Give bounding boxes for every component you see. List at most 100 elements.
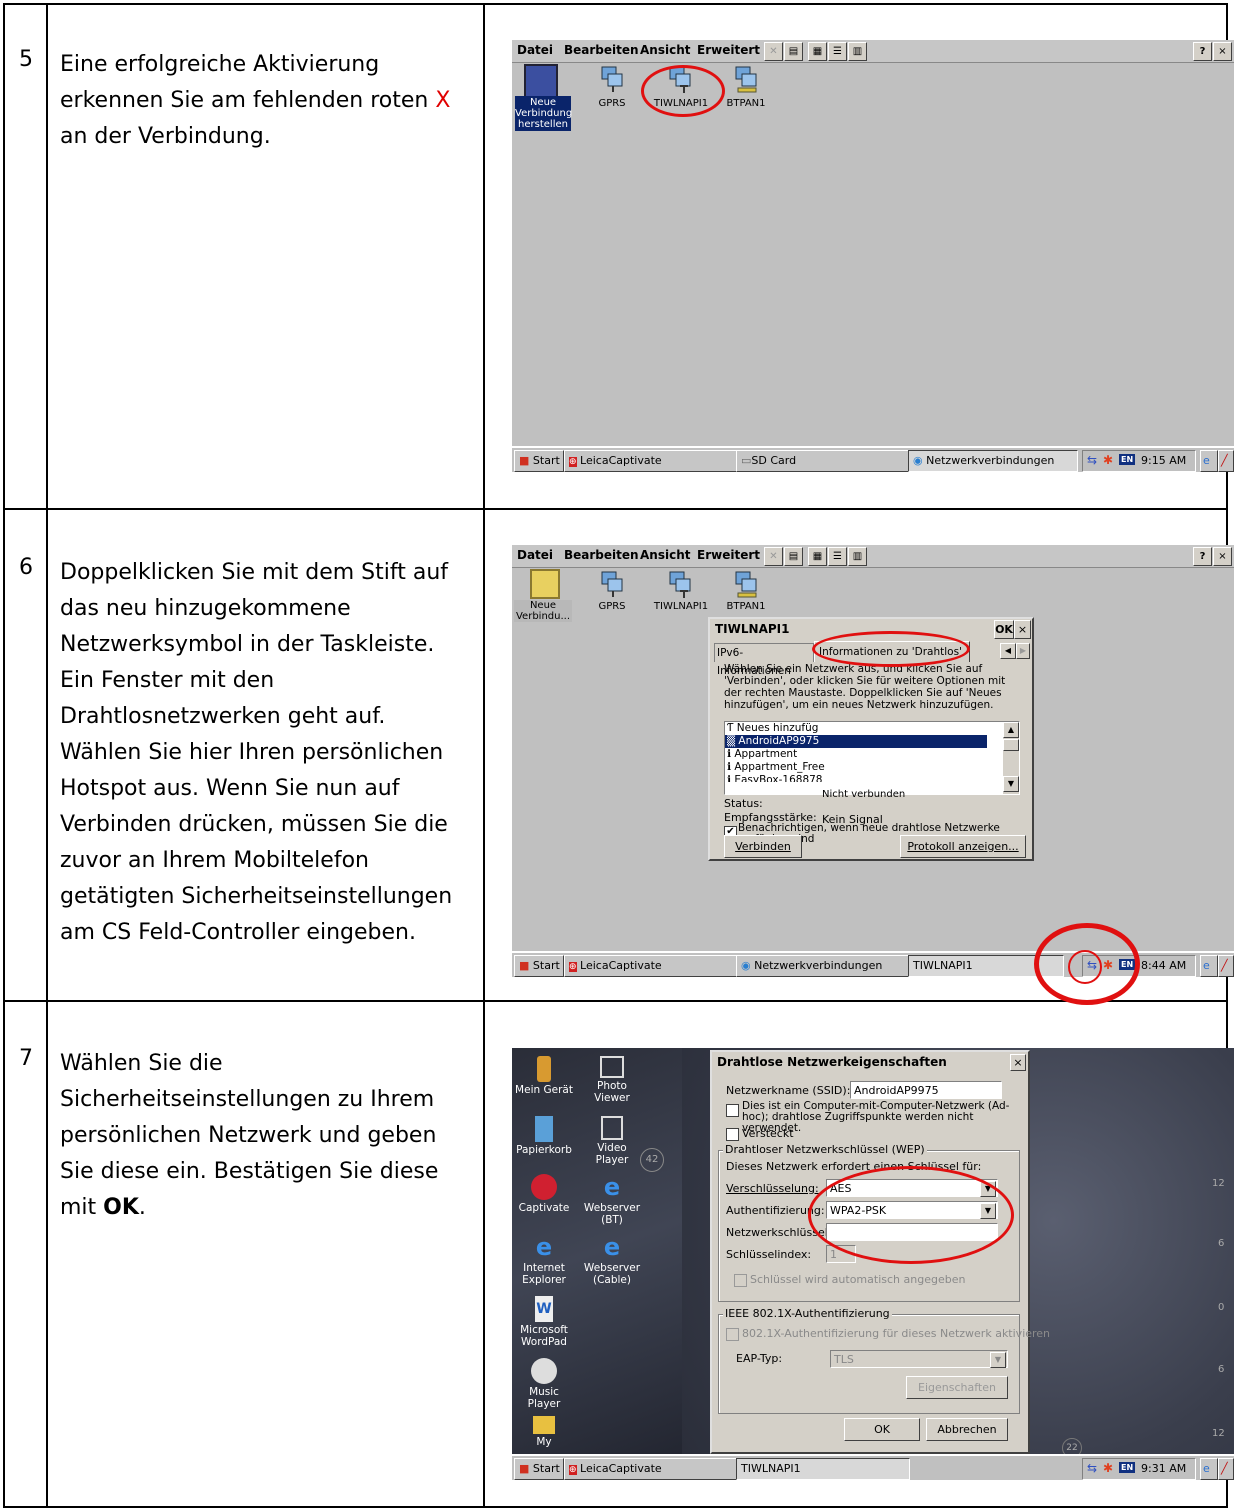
network-globe-icon: ◉: [913, 454, 923, 467]
hidden-checkbox[interactable]: [726, 1128, 739, 1141]
help-button[interactable]: ?: [1193, 547, 1212, 566]
taskbar-leicacaptivate[interactable]: ⊕ LeicaCaptivate: [564, 1458, 740, 1480]
taskbar-leicacaptivate[interactable]: ⊕ LeicaCaptivate: [564, 450, 740, 472]
menu-datei[interactable]: Datei: [517, 548, 553, 562]
menu-ansicht[interactable]: Ansicht: [640, 548, 690, 562]
description-text: an der Verbindung.: [60, 124, 271, 149]
taskbar-netzwerkverbindungen[interactable]: ◉ Netzwerkverbindungen: [736, 955, 910, 977]
delete-icon[interactable]: ✕: [764, 42, 783, 61]
details-view-icon[interactable]: ▥: [848, 42, 867, 61]
menu-datei[interactable]: Datei: [517, 43, 553, 57]
menu-ansicht[interactable]: Ansicht: [640, 43, 690, 57]
taskbar-netzwerkverbindungen[interactable]: ◉ Netzwerkverbindungen: [908, 450, 1078, 472]
ie-tray-icon[interactable]: e: [1200, 955, 1218, 977]
delete-icon[interactable]: ✕: [764, 547, 783, 566]
ie-tray-icon[interactable]: e: [1200, 1458, 1218, 1480]
tab-ipv6-info[interactable]: IPv6-Informationen: [714, 643, 814, 677]
cancel-button[interactable]: Abbrechen: [926, 1418, 1008, 1441]
gprs-network-icon[interactable]: [598, 569, 628, 599]
icon-label-new-connection[interactable]: Neue Verbindu...: [514, 600, 572, 622]
ok-button[interactable]: OK: [844, 1418, 920, 1441]
taskbar-sd-card[interactable]: ▭SD Card: [736, 450, 910, 472]
help-button[interactable]: ?: [1193, 42, 1212, 61]
ieee-checkbox[interactable]: [726, 1328, 739, 1341]
desktop-icon-webserver-cable[interactable]: e Webserver (Cable): [580, 1234, 644, 1286]
connect-button[interactable]: Verbinden: [724, 835, 802, 858]
scroll-up-icon[interactable]: ▲: [1003, 722, 1019, 738]
status-tray-icon[interactable]: ✱: [1103, 1461, 1113, 1475]
show-log-button[interactable]: Protokoll anzeigen...: [900, 835, 1026, 858]
scroll-down-icon[interactable]: ▼: [1003, 776, 1019, 792]
gprs-network-icon[interactable]: [598, 64, 628, 94]
language-indicator[interactable]: EN: [1119, 454, 1136, 465]
video-icon: [601, 1116, 623, 1140]
description-text: .: [138, 1195, 146, 1220]
desktop-icon-my[interactable]: My: [512, 1416, 576, 1452]
scroll-thumb[interactable]: [1003, 739, 1019, 751]
wlan-network-icon[interactable]: [666, 569, 696, 599]
start-button[interactable]: ■ Start: [514, 450, 564, 472]
info-icon: ℹ: [727, 761, 731, 773]
list-view-icon[interactable]: ☰: [828, 547, 847, 566]
large-icons-view-icon[interactable]: ▦: [808, 42, 827, 61]
desktop-icon-photo-viewer[interactable]: Photo Viewer: [580, 1056, 644, 1104]
list-scrollbar[interactable]: ▲ ▼: [1003, 722, 1019, 794]
desktop-icon-music-player[interactable]: Music Player: [512, 1358, 576, 1410]
dialog-close-button[interactable]: ×: [1014, 620, 1031, 639]
desktop-icon-wordpad[interactable]: W Microsoft WordPad: [512, 1296, 576, 1348]
properties-icon[interactable]: ▤: [784, 42, 803, 61]
close-button[interactable]: ×: [1213, 42, 1232, 61]
network-tray-icon[interactable]: ⇆: [1087, 453, 1097, 467]
dialog-close-button[interactable]: ×: [1010, 1054, 1026, 1071]
tab-scroll-left-icon[interactable]: ◀: [1000, 643, 1016, 659]
tab-scroll-right-icon[interactable]: ▶: [1016, 643, 1030, 659]
desktop-icon-label: Microsoft WordPad: [520, 1324, 568, 1348]
desktop-icon-label: Papierkorb: [516, 1144, 572, 1156]
icon-label-new-connection[interactable]: Neue Verbindung herstellen: [515, 96, 572, 131]
adhoc-checkbox[interactable]: [726, 1104, 739, 1117]
start-button[interactable]: ■ Start: [514, 955, 564, 977]
desktop-icon-mein-geraet[interactable]: Mein Gerät: [512, 1056, 576, 1096]
pen-tray-icon[interactable]: ╱: [1218, 1458, 1234, 1480]
new-connection-icon[interactable]: [530, 569, 560, 599]
desktop-icon-internet-explorer[interactable]: e Internet Explorer: [512, 1234, 576, 1286]
step-number: 5: [19, 47, 33, 72]
network-list[interactable]: Ƭ Neues hinzufüg ▒ AndroidAP9975 ℹ Appar…: [724, 721, 1020, 795]
network-item[interactable]: Ƭ Neues hinzufüg: [725, 722, 1019, 735]
desktop-icon-captivate[interactable]: Captivate: [512, 1174, 576, 1214]
menu-bearbeiten[interactable]: Bearbeiten: [564, 548, 639, 562]
pen-tray-icon[interactable]: ╱: [1218, 450, 1234, 472]
connection-state-text: Nicht verbunden: [822, 789, 906, 797]
desktop-icon-video-player[interactable]: Video Player: [580, 1116, 644, 1166]
eap-type-select[interactable]: TLS ▼: [830, 1350, 1008, 1368]
ie-tray-icon[interactable]: e: [1200, 450, 1218, 472]
network-tray-icon[interactable]: ⇆: [1087, 1461, 1097, 1475]
properties-button[interactable]: Eigenschaften: [906, 1376, 1008, 1399]
network-item[interactable]: ℹ Appartment_Free: [725, 761, 1019, 774]
ssid-input[interactable]: AndroidAP9975: [850, 1081, 1002, 1099]
menu-erweitert[interactable]: Erweitert: [697, 43, 760, 57]
desktop-icon-papierkorb[interactable]: Papierkorb: [512, 1116, 576, 1156]
pen-tray-icon[interactable]: ╱: [1218, 955, 1234, 977]
bluetooth-network-icon[interactable]: [732, 64, 762, 94]
auto-key-checkbox[interactable]: [734, 1274, 747, 1287]
details-view-icon[interactable]: ▥: [848, 547, 867, 566]
taskbar-tiwlnapi1[interactable]: TIWLNAPI1: [736, 1458, 910, 1480]
taskbar-leicacaptivate[interactable]: ⊕ LeicaCaptivate: [564, 955, 740, 977]
network-item[interactable]: ℹ Appartment: [725, 748, 1019, 761]
desktop-icon-webserver-bt[interactable]: e Webserver (BT): [580, 1174, 644, 1226]
dialog-ok-button[interactable]: OK: [994, 620, 1014, 639]
bluetooth-network-icon[interactable]: [732, 569, 762, 599]
list-view-icon[interactable]: ☰: [828, 42, 847, 61]
status-tray-icon[interactable]: ✱: [1103, 453, 1113, 467]
network-item-selected[interactable]: ▒ AndroidAP9975: [725, 735, 987, 748]
start-button[interactable]: ■ Start: [514, 1458, 564, 1480]
new-connection-icon[interactable]: [524, 64, 558, 98]
language-indicator[interactable]: EN: [1119, 1462, 1136, 1473]
large-icons-view-icon[interactable]: ▦: [808, 547, 827, 566]
menu-bearbeiten[interactable]: Bearbeiten: [564, 43, 639, 57]
properties-icon[interactable]: ▤: [784, 547, 803, 566]
network-item[interactable]: ℹ EasyBox-168878: [725, 774, 1019, 782]
close-button[interactable]: ×: [1213, 547, 1232, 566]
menu-erweitert[interactable]: Erweitert: [697, 548, 760, 562]
